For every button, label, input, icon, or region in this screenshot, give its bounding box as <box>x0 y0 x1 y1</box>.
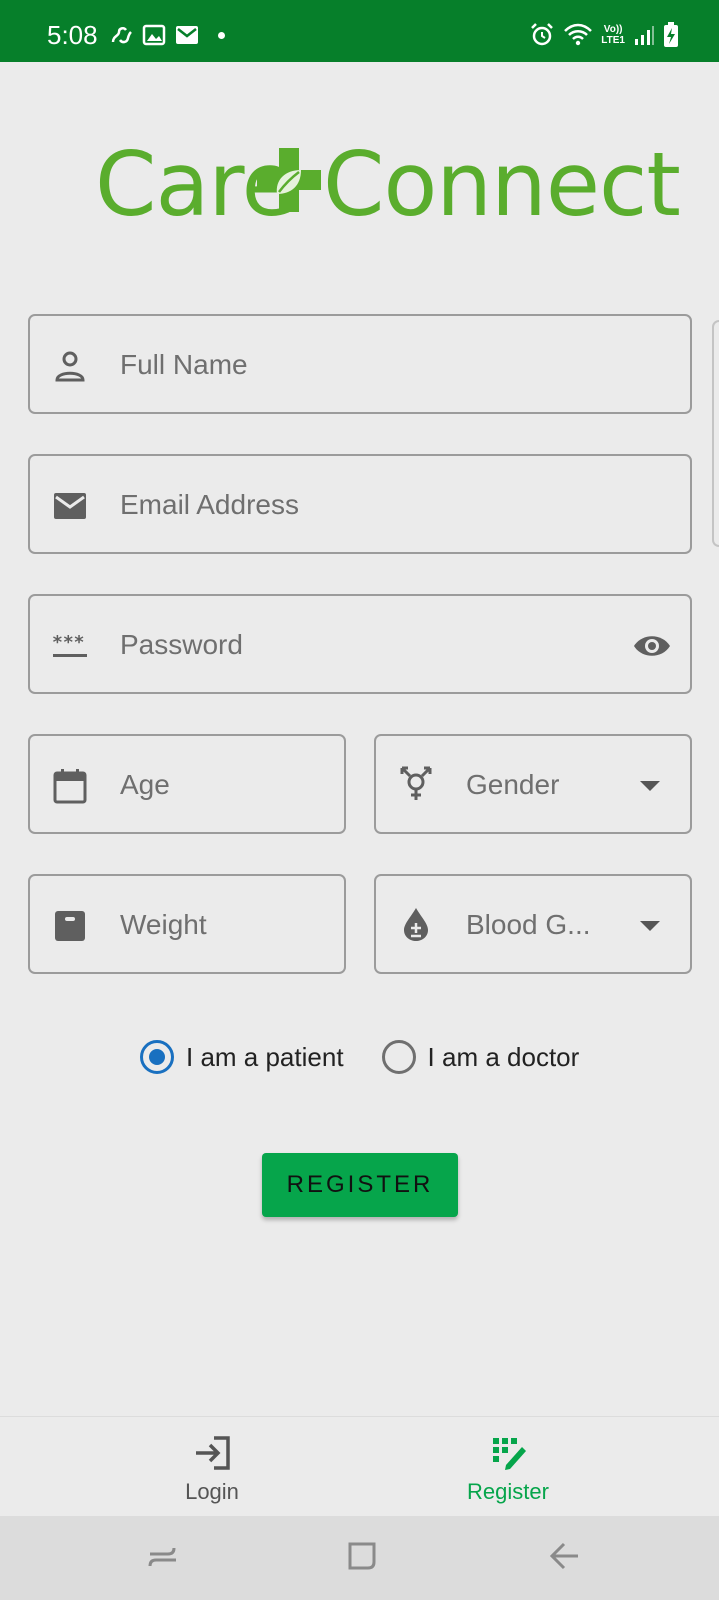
mail-icon <box>176 26 198 44</box>
blood-group-dropdown[interactable]: Blood G... <box>374 874 692 974</box>
svg-text:***: *** <box>52 632 85 653</box>
system-navigation-bar <box>0 1516 719 1600</box>
logo-text-connect: Connect <box>323 133 681 236</box>
login-icon <box>196 1436 230 1470</box>
eye-icon[interactable] <box>632 629 672 663</box>
medical-cross-leaf-icon <box>257 148 321 212</box>
radio-selected-icon[interactable] <box>140 1040 174 1074</box>
radio-patient[interactable]: I am a patient <box>140 1040 344 1074</box>
full-name-placeholder: Full Name <box>120 349 248 380</box>
image-icon <box>142 24 166 46</box>
nav-item-login[interactable]: Login <box>112 1435 312 1505</box>
radio-doctor-label: I am a doctor <box>427 1041 580 1072</box>
password-icon: *** <box>52 632 87 657</box>
email-field[interactable]: Email Address <box>28 454 692 554</box>
signal-icon <box>635 26 654 45</box>
weight-field[interactable]: Weight <box>28 874 346 974</box>
wifi-icon <box>564 23 593 46</box>
bottom-navigation: Login Register <box>0 1416 719 1516</box>
person-icon <box>55 351 85 382</box>
weight-icon <box>55 911 85 941</box>
scroll-indicator <box>712 320 719 547</box>
status-bar: 5:08 Vo)) LTE1 <box>0 0 719 62</box>
email-icon <box>54 493 86 519</box>
register-button[interactable]: REGISTER <box>262 1153 458 1217</box>
dot-icon <box>218 31 225 39</box>
age-field[interactable]: Age <box>28 734 346 834</box>
radio-unselected-icon[interactable] <box>381 1040 416 1074</box>
gender-placeholder: Gender <box>466 769 560 800</box>
radio-doctor[interactable]: I am a doctor <box>381 1040 580 1074</box>
radio-patient-label: I am a patient <box>186 1041 344 1072</box>
register-icon <box>493 1438 526 1470</box>
notification-icons <box>110 24 225 46</box>
alarm-icon <box>531 23 554 46</box>
weight-placeholder: Weight <box>120 909 207 940</box>
chevron-down-icon <box>640 921 660 931</box>
chevron-down-icon <box>640 781 660 791</box>
email-placeholder: Email Address <box>120 489 299 520</box>
password-placeholder: Password <box>120 629 243 660</box>
blood-drop-icon <box>404 908 428 941</box>
password-field[interactable]: *** Password <box>28 594 692 694</box>
blood-group-placeholder: Blood G... <box>466 909 591 940</box>
battery-charging-icon <box>664 22 678 47</box>
full-name-field[interactable]: Full Name <box>28 314 692 414</box>
care-connect-logo: Care Connect <box>95 140 681 230</box>
recent-apps-icon[interactable] <box>146 1540 180 1572</box>
system-status-icons: Vo)) LTE1 <box>529 22 679 48</box>
nav-register-label: Register <box>467 1479 549 1504</box>
gender-icon <box>400 766 432 800</box>
back-icon[interactable] <box>548 1540 582 1572</box>
nav-item-register[interactable]: Register <box>408 1435 608 1505</box>
status-time: 5:08 <box>47 20 98 50</box>
volte-icon: Vo)) LTE1 <box>601 24 625 46</box>
calendar-icon <box>53 769 87 804</box>
nav-login-label: Login <box>185 1479 239 1504</box>
role-radio-group: I am a patient I am a doctor <box>140 1040 617 1074</box>
age-placeholder: Age <box>120 769 170 800</box>
gender-dropdown[interactable]: Gender <box>374 734 692 834</box>
link-icon <box>111 27 132 44</box>
home-icon[interactable] <box>346 1540 378 1572</box>
